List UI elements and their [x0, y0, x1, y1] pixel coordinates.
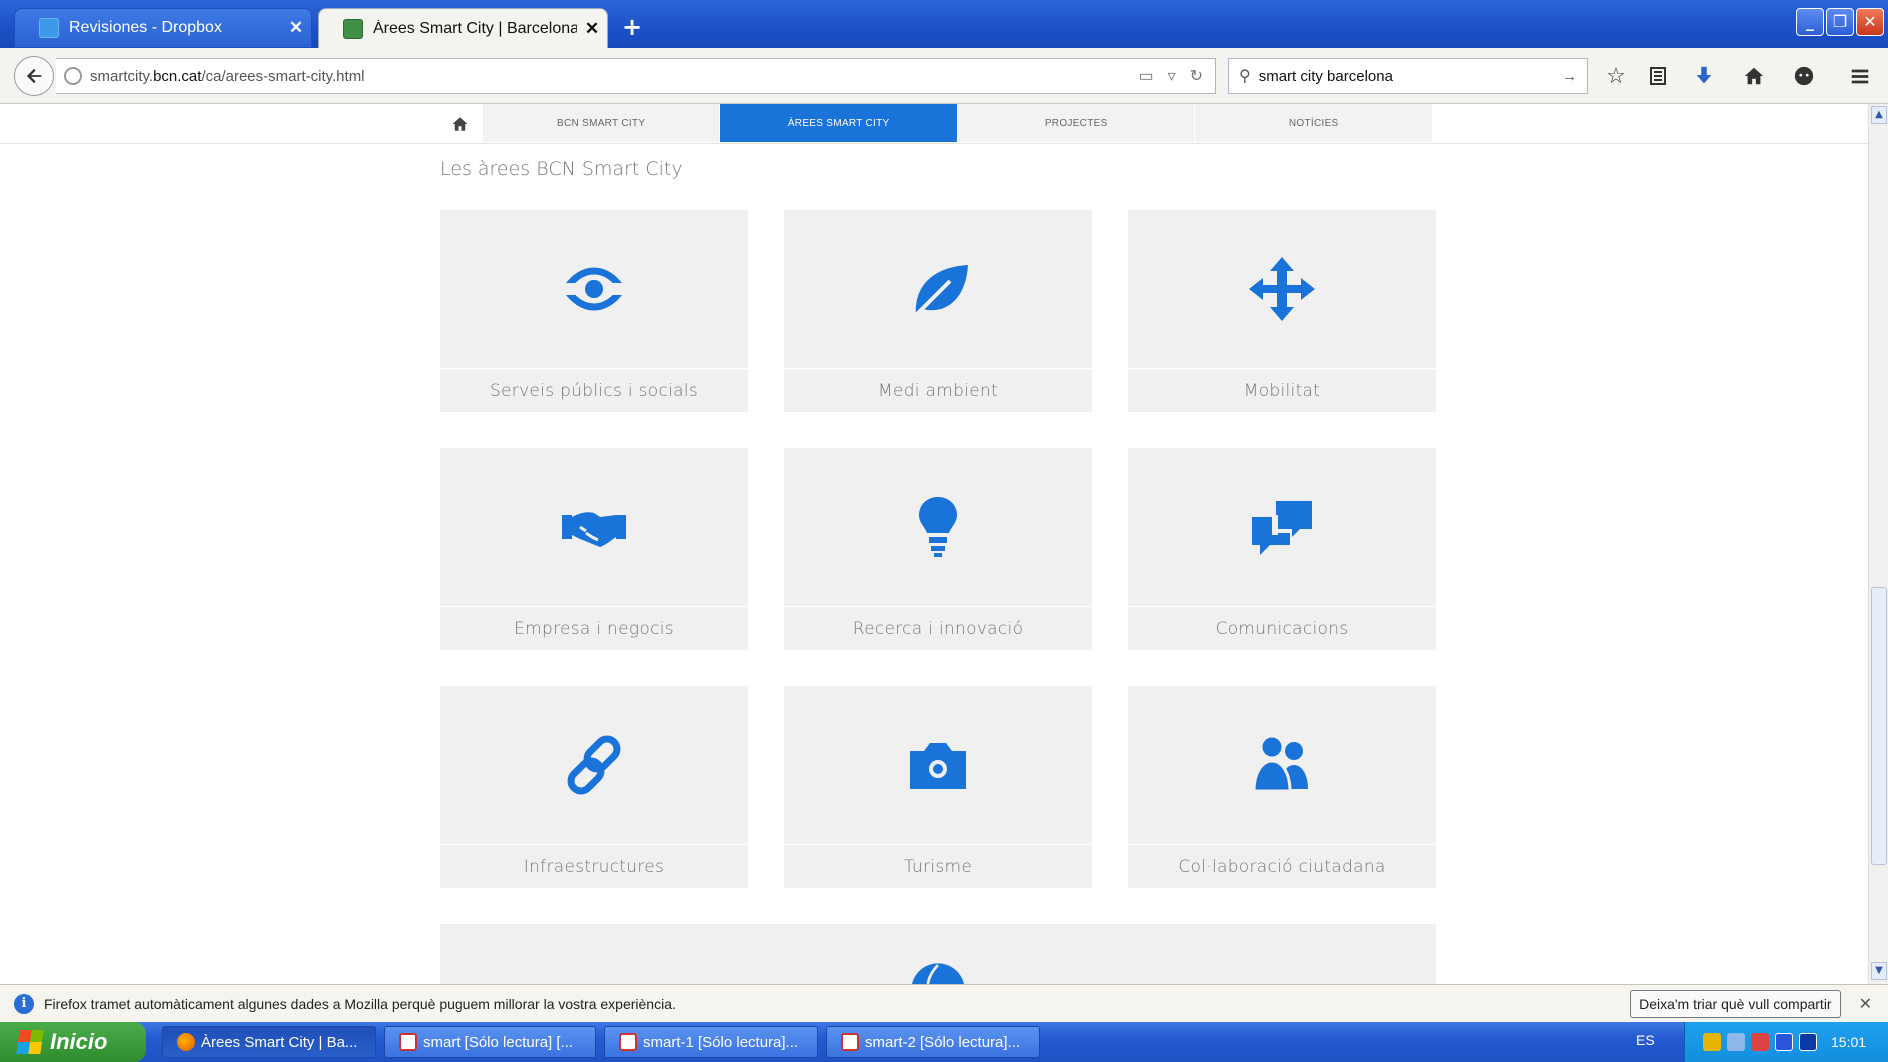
site-identity-icon[interactable]: [64, 67, 82, 85]
site-navigation: BCN SMART CITY ÀREES SMART CITY PROJECTE…: [438, 104, 1432, 144]
tab-dropbox[interactable]: Revisiones - Dropbox ✕: [14, 8, 312, 48]
search-input[interactable]: smart city barcelona: [1259, 68, 1562, 85]
document-icon: [841, 1033, 859, 1051]
area-label: Comunicacions: [1215, 618, 1349, 639]
notification-message: Firefox tramet automàticament algunes da…: [44, 995, 676, 1012]
address-bar[interactable]: smartcity.bcn.cat/ca/arees-smart-city.ht…: [56, 58, 1216, 94]
url-text[interactable]: smartcity.bcn.cat/ca/arees-smart-city.ht…: [90, 68, 1138, 85]
navigation-toolbar: smartcity.bcn.cat/ca/arees-smart-city.ht…: [0, 48, 1888, 104]
web-page: BCN SMART CITY ÀREES SMART CITY PROJECTE…: [0, 104, 1868, 984]
document-icon: [619, 1033, 637, 1051]
windows-logo-icon: [16, 1030, 44, 1054]
nav-item-arees-smart-city[interactable]: ÀREES SMART CITY: [719, 104, 957, 142]
tray-security-icon[interactable]: [1751, 1033, 1769, 1051]
taskbar-item-smart[interactable]: smart [Sólo lectura] [...: [384, 1026, 596, 1058]
bookmark-star-icon[interactable]: ☆: [1598, 58, 1634, 94]
area-card-medi-ambient[interactable]: Medi ambient: [784, 210, 1092, 412]
system-tray: 15:01: [1684, 1022, 1888, 1062]
clock[interactable]: 15:01: [1831, 1034, 1866, 1050]
people-icon: [1252, 734, 1308, 793]
camera-icon: [910, 743, 966, 789]
minimize-button[interactable]: _: [1796, 8, 1824, 36]
downloads-icon[interactable]: [1686, 58, 1722, 94]
area-card-serveis-publics[interactable]: Serveis públics i socials: [440, 210, 748, 412]
scroll-down-icon[interactable]: ▼: [1871, 962, 1887, 980]
area-card-comunicacions[interactable]: Comunicacions: [1128, 448, 1436, 650]
search-go-icon[interactable]: →: [1562, 68, 1577, 85]
lightbulb-icon: [919, 497, 957, 557]
move-arrows-icon: [1249, 257, 1315, 321]
area-label: Serveis públics i socials: [489, 380, 699, 401]
nav-item-noticies[interactable]: NOTÍCIES: [1194, 104, 1432, 142]
area-card-empresa[interactable]: Empresa i negocis: [440, 448, 748, 650]
maximize-button[interactable]: ❐: [1826, 8, 1854, 36]
tray-app-icon[interactable]: [1703, 1033, 1721, 1051]
tray-network-icon[interactable]: [1727, 1033, 1745, 1051]
area-card-infraestructures[interactable]: Infraestructures: [440, 686, 748, 888]
scroll-up-icon[interactable]: ▲: [1871, 106, 1887, 124]
area-label: Empresa i negocis: [514, 618, 674, 639]
section-title: Les àrees BCN Smart City: [440, 158, 683, 180]
tab-close-icon[interactable]: ✕: [281, 18, 311, 38]
new-tab-button[interactable]: +: [618, 14, 646, 42]
taskbar-item-smart-2[interactable]: smart-2 [Sólo lectura]...: [826, 1026, 1040, 1058]
area-label: Col·laboració ciutadana: [1178, 856, 1386, 877]
search-bar[interactable]: ⚲ smart city barcelona →: [1228, 58, 1588, 94]
tray-media-icon[interactable]: [1799, 1033, 1817, 1051]
leaf-icon: [910, 265, 968, 321]
start-button[interactable]: Inicio: [0, 1022, 146, 1062]
chat-bubbles-icon: [1252, 501, 1312, 555]
handshake-icon: [562, 512, 626, 547]
document-icon: [399, 1033, 417, 1051]
reload-icon[interactable]: ↻: [1190, 66, 1203, 86]
area-label: Turisme: [903, 856, 973, 877]
area-label: Medi ambient: [877, 380, 999, 401]
language-indicator[interactable]: ES: [1636, 1032, 1655, 1048]
area-card-col-laboracio[interactable]: Col·laboració ciutadana: [1128, 686, 1436, 888]
tab-title: Àrees Smart City | Barcelona ...: [373, 19, 577, 37]
choose-share-button[interactable]: Deixa'm triar què vull compartir: [1630, 989, 1841, 1018]
nav-item-bcn-smart-city[interactable]: BCN SMART CITY: [481, 104, 720, 142]
dropbox-icon: [39, 18, 59, 38]
globe-plane-icon: [912, 963, 964, 984]
area-label: Infraestructures: [523, 856, 665, 877]
notification-bar: i Firefox tramet automàticament algunes …: [0, 984, 1888, 1022]
tab-title: Revisiones - Dropbox: [69, 19, 222, 36]
page-favicon-icon: [343, 18, 363, 39]
nav-item-projectes[interactable]: PROJECTES: [956, 104, 1195, 142]
link-icon: [567, 735, 621, 795]
area-label: Recerca i innovació: [852, 618, 1024, 639]
eye-icon: [561, 267, 627, 311]
area-card-mobilitat[interactable]: Mobilitat: [1128, 210, 1436, 412]
area-card-recerca[interactable]: Recerca i innovació: [784, 448, 1092, 650]
reader-view-icon[interactable]: ▭: [1138, 66, 1153, 86]
home-icon[interactable]: [1736, 58, 1772, 94]
window-close-button[interactable]: ✕: [1856, 8, 1884, 36]
divider: [0, 143, 1868, 144]
hello-chat-icon[interactable]: [1786, 58, 1822, 94]
scroll-thumb[interactable]: [1871, 587, 1887, 865]
tab-arees-smart-city[interactable]: Àrees Smart City | Barcelona ... ✕: [318, 8, 608, 48]
notification-close-icon[interactable]: ✕: [1859, 994, 1872, 1014]
reading-list-icon[interactable]: [1640, 58, 1676, 94]
info-icon: i: [14, 993, 34, 1014]
menu-icon[interactable]: [1842, 58, 1878, 94]
search-icon: ⚲: [1239, 68, 1251, 85]
area-card-partial[interactable]: [440, 924, 1436, 984]
firefox-icon: [177, 1033, 195, 1051]
taskbar-item-firefox[interactable]: Àrees Smart City | Ba...: [162, 1026, 376, 1058]
area-card-turisme[interactable]: Turisme: [784, 686, 1092, 888]
page-scrollbar[interactable]: ▲ ▼: [1868, 104, 1888, 984]
taskbar: Inicio Àrees Smart City | Ba... smart [S…: [0, 1022, 1888, 1062]
back-button[interactable]: [14, 56, 54, 96]
taskbar-item-smart-1[interactable]: smart-1 [Sólo lectura]...: [604, 1026, 818, 1058]
dropdown-icon[interactable]: ▿: [1168, 66, 1176, 86]
back-arrow-icon: [26, 68, 42, 84]
site-home-icon[interactable]: [438, 104, 482, 144]
area-label: Mobilitat: [1243, 380, 1321, 401]
tab-close-icon[interactable]: ✕: [577, 19, 607, 39]
tray-display-icon[interactable]: [1775, 1033, 1793, 1051]
